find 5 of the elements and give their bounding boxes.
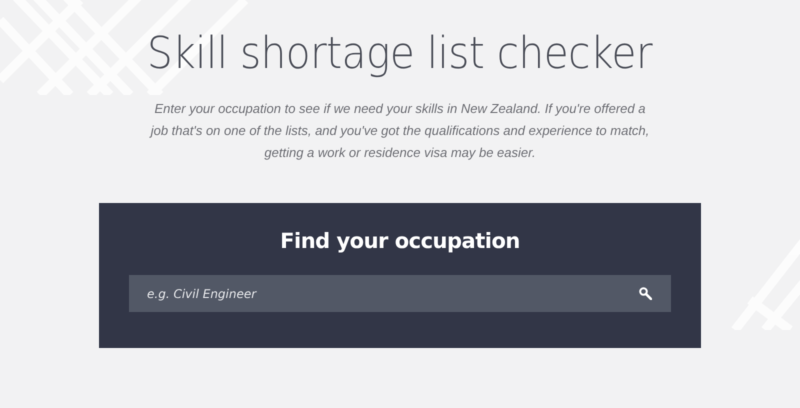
- search-icon[interactable]: [639, 287, 652, 300]
- panel-heading: Find your occupation: [280, 229, 520, 254]
- intro-paragraph: Enter your occupation to see if we need your skills in New Zealand. If you're offered a job that's on one of the lists, and you've got the qualifications and experience to match, getting a work or residence visa may be easier.: [148, 100, 650, 162]
- search-field[interactable]: e.g. Civil Engineer: [129, 275, 671, 312]
- page-title: Skill shortage list checker: [147, 30, 653, 78]
